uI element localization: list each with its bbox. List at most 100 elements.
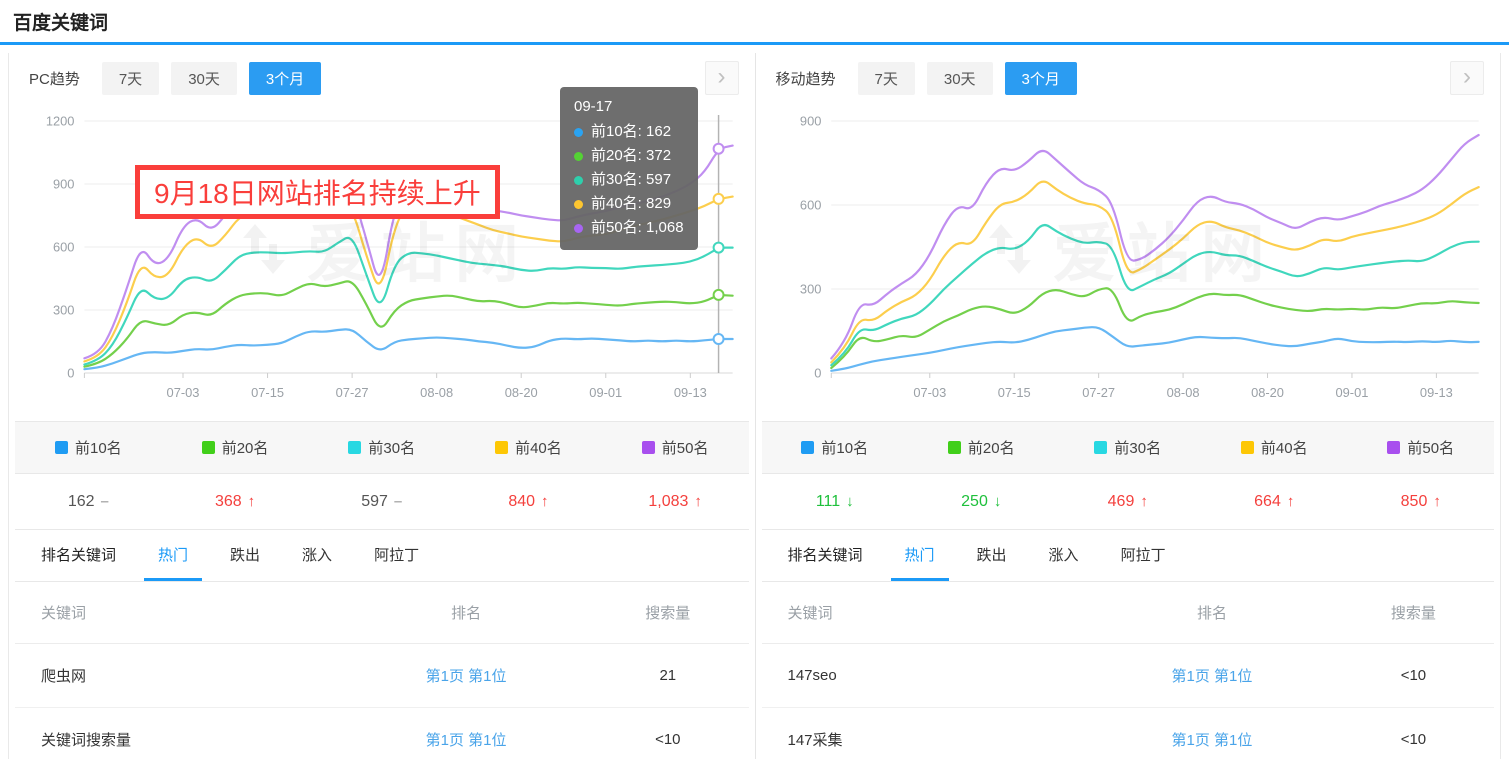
x-tick-label: 08-20 bbox=[1251, 385, 1284, 400]
pc-trend-title: PC趋势 bbox=[29, 68, 80, 89]
tooltip-text: 前50名: 1,068 bbox=[591, 216, 684, 240]
pc-next-button[interactable]: › bbox=[705, 61, 739, 95]
rank-link[interactable]: 第1页 第1位 bbox=[426, 732, 507, 749]
tab-ranking-keywords[interactable]: 排名关键词 bbox=[774, 530, 877, 581]
pc-range-tab-30days[interactable]: 30天 bbox=[171, 62, 237, 95]
series-line bbox=[84, 329, 732, 369]
value-number: 250 bbox=[961, 493, 988, 511]
hover-marker bbox=[714, 194, 724, 204]
rank-link[interactable]: 第1页 第1位 bbox=[426, 668, 507, 685]
trend-arrow-icon: ↑ bbox=[694, 493, 702, 510]
trend-arrow-icon: – bbox=[394, 493, 402, 510]
volume-cell: <10 bbox=[1333, 731, 1494, 748]
chevron-right-icon: › bbox=[1463, 65, 1471, 89]
tooltip-text: 前10名: 162 bbox=[591, 120, 671, 144]
mobile-next-button[interactable]: › bbox=[1450, 61, 1484, 95]
legend-label: 前30名 bbox=[1114, 437, 1161, 458]
series-dot-icon bbox=[574, 176, 583, 185]
value-top40: 840↑ bbox=[455, 493, 602, 511]
mobile-trend-title: 移动趋势 bbox=[776, 68, 836, 89]
value-number: 111 bbox=[816, 493, 840, 511]
keyword-cell: 147采集 bbox=[762, 729, 1092, 750]
header-rank: 排名 bbox=[345, 602, 587, 623]
dashboard: PC趋势 7天 30天 3个月 › 0 300 600 900 1200 07-03 07-… bbox=[8, 53, 1501, 759]
legend-item-top40[interactable]: 前40名 bbox=[455, 437, 602, 458]
tab-aladdin[interactable]: 阿拉丁 bbox=[1107, 530, 1180, 581]
hover-marker bbox=[714, 290, 724, 300]
legend-swatch-icon bbox=[202, 441, 215, 454]
trend-arrow-icon: ↓ bbox=[846, 493, 854, 510]
legend-item-top10[interactable]: 前10名 bbox=[762, 437, 909, 458]
tab-dropped[interactable]: 跌出 bbox=[216, 530, 274, 581]
annotation-box: 9月18日网站排名持续上升 bbox=[135, 165, 500, 219]
pc-range-tab-3months[interactable]: 3个月 bbox=[249, 62, 321, 95]
keyword-cell: 关键词搜索量 bbox=[15, 729, 345, 750]
header-rank: 排名 bbox=[1091, 602, 1333, 623]
header-keyword: 关键词 bbox=[15, 602, 345, 623]
y-tick-label: 600 bbox=[53, 239, 74, 254]
hover-marker bbox=[714, 334, 724, 344]
mobile-panel-toolbar: 移动趋势 7天 30天 3个月 › bbox=[762, 53, 1495, 103]
header-volume: 搜索量 bbox=[1333, 602, 1494, 623]
pc-chart-area: 0300600900120007-0307-1507-2708-0808-200… bbox=[15, 103, 749, 421]
tab-ranking-keywords[interactable]: 排名关键词 bbox=[27, 530, 130, 581]
mobile-trend-chart[interactable]: 030060090007-0307-1507-2708-0808-2009-01… bbox=[762, 103, 1495, 421]
y-tick-label: 0 bbox=[814, 365, 821, 380]
mobile-range-tab-3months[interactable]: 3个月 bbox=[1005, 62, 1077, 95]
legend-item-top30[interactable]: 前30名 bbox=[1055, 437, 1202, 458]
keyword-cell: 147seo bbox=[762, 667, 1092, 684]
tab-dropped[interactable]: 跌出 bbox=[963, 530, 1021, 581]
value-top30: 469 ↑ bbox=[1055, 493, 1202, 511]
legend-item-top50[interactable]: 前50名 bbox=[1348, 437, 1495, 458]
keyword-cell: 爬虫网 bbox=[15, 665, 345, 686]
y-tick-label: 900 bbox=[799, 113, 820, 128]
value-top50: 1,083↑ bbox=[602, 493, 749, 511]
legend-item-top50[interactable]: 前50名 bbox=[602, 437, 749, 458]
legend-label: 前20名 bbox=[222, 437, 269, 458]
trend-arrow-icon: ↓ bbox=[994, 493, 1002, 510]
x-tick-label: 07-03 bbox=[913, 385, 946, 400]
legend-label: 前40名 bbox=[515, 437, 562, 458]
mobile-range-tab-7days[interactable]: 7天 bbox=[858, 62, 915, 95]
x-tick-label: 07-27 bbox=[336, 385, 369, 400]
legend-item-top20[interactable]: 前20名 bbox=[162, 437, 309, 458]
tab-hot[interactable]: 热门 bbox=[144, 530, 202, 581]
legend-label: 前50名 bbox=[1407, 437, 1454, 458]
value-top20: 368↑ bbox=[162, 493, 309, 511]
y-tick-label: 300 bbox=[53, 302, 74, 317]
legend-item-top40[interactable]: 前40名 bbox=[1201, 437, 1348, 458]
legend-item-top30[interactable]: 前30名 bbox=[308, 437, 455, 458]
y-tick-label: 900 bbox=[53, 176, 74, 191]
trend-arrow-icon: ↑ bbox=[1433, 493, 1441, 510]
mobile-table-header: 关键词 排名 搜索量 bbox=[762, 582, 1495, 644]
rank-link[interactable]: 第1页 第1位 bbox=[1172, 732, 1253, 749]
y-tick-label: 1200 bbox=[46, 113, 75, 128]
pc-current-values: 162– 368↑ 597– 840↑ 1,083↑ bbox=[15, 474, 749, 530]
value-number: 469 bbox=[1108, 493, 1135, 511]
table-row: 关键词搜索量 第1页 第1位 <10 bbox=[15, 708, 749, 759]
rank-link[interactable]: 第1页 第1位 bbox=[1172, 668, 1253, 685]
pc-keyword-tabs: 排名关键词 热门 跌出 涨入 阿拉丁 bbox=[15, 530, 749, 582]
tab-hot[interactable]: 热门 bbox=[891, 530, 949, 581]
x-tick-label: 09-13 bbox=[674, 385, 707, 400]
legend-item-top10[interactable]: 前10名 bbox=[15, 437, 162, 458]
trend-arrow-icon: ↑ bbox=[1140, 493, 1148, 510]
mobile-range-tab-30days[interactable]: 30天 bbox=[927, 62, 993, 95]
x-tick-label: 07-03 bbox=[167, 385, 200, 400]
value-number: 664 bbox=[1254, 493, 1281, 511]
value-top30: 597– bbox=[308, 493, 455, 511]
value-top20: 250 ↓ bbox=[908, 493, 1055, 511]
table-row: 147采集 第1页 第1位 <10 bbox=[762, 708, 1495, 759]
tab-aladdin[interactable]: 阿拉丁 bbox=[360, 530, 433, 581]
tab-risen[interactable]: 涨入 bbox=[1035, 530, 1093, 581]
legend-item-top20[interactable]: 前20名 bbox=[908, 437, 1055, 458]
chevron-right-icon: › bbox=[718, 65, 726, 89]
x-tick-label: 07-15 bbox=[251, 385, 284, 400]
legend-label: 前20名 bbox=[968, 437, 1015, 458]
pc-range-tab-7days[interactable]: 7天 bbox=[102, 62, 159, 95]
tab-risen[interactable]: 涨入 bbox=[288, 530, 346, 581]
series-dot-icon bbox=[574, 128, 583, 137]
trend-arrow-icon: ↑ bbox=[1287, 493, 1295, 510]
hover-marker bbox=[714, 144, 724, 154]
x-tick-label: 09-13 bbox=[1419, 385, 1452, 400]
